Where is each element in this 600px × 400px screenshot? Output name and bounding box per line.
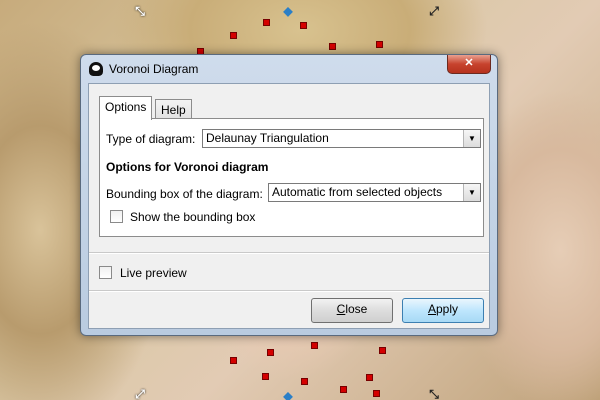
divider	[89, 252, 489, 254]
resize-handle-bottom-right-icon[interactable]: ⤡	[428, 388, 440, 400]
chevron-down-icon[interactable]: ▼	[463, 130, 480, 147]
divider	[89, 290, 489, 292]
path-node[interactable]	[263, 19, 270, 26]
path-node[interactable]	[376, 41, 383, 48]
bounding-box-value: Automatic from selected objects	[272, 185, 443, 199]
path-node[interactable]	[340, 386, 347, 393]
path-node[interactable]	[301, 378, 308, 385]
path-node[interactable]	[230, 357, 237, 364]
close-button[interactable]: Close	[311, 298, 393, 323]
live-preview-label: Live preview	[120, 266, 187, 280]
bounding-box-select[interactable]: Automatic from selected objects ▼	[268, 183, 481, 202]
path-node[interactable]	[262, 373, 269, 380]
apply-button[interactable]: Apply	[402, 298, 484, 323]
path-node[interactable]	[300, 22, 307, 29]
path-node[interactable]	[329, 43, 336, 50]
close-window-icon[interactable]: ✕	[447, 55, 491, 74]
resize-handle-top-left-icon[interactable]: ⤡	[134, 5, 146, 17]
close-button-label: lose	[345, 302, 368, 316]
rotate-handle-bottom-icon[interactable]: ◆	[282, 390, 294, 400]
path-node[interactable]	[230, 32, 237, 39]
show-bounding-box-label: Show the bounding box	[130, 210, 256, 224]
voronoi-dialog: Voronoi Diagram ✕ Options Help Type of d…	[80, 54, 498, 336]
inkscape-icon	[89, 62, 103, 76]
dialog-client-area: Options Help Type of diagram: Delaunay T…	[88, 83, 490, 329]
path-node[interactable]	[379, 347, 386, 354]
live-preview-checkbox[interactable]	[99, 266, 112, 279]
section-heading: Options for Voronoi diagram	[106, 160, 269, 174]
type-of-diagram-label: Type of diagram:	[106, 132, 196, 146]
path-node[interactable]	[311, 342, 318, 349]
show-bounding-box-checkbox[interactable]	[110, 210, 123, 223]
apply-button-mnemonic: A	[427, 302, 436, 316]
chevron-down-icon[interactable]: ▼	[463, 184, 480, 201]
options-panel: Type of diagram: Delaunay Triangulation …	[99, 118, 484, 237]
type-of-diagram-value: Delaunay Triangulation	[206, 131, 329, 145]
path-node[interactable]	[373, 390, 380, 397]
title-bar[interactable]: Voronoi Diagram ✕	[81, 55, 497, 83]
path-node[interactable]	[366, 374, 373, 381]
resize-handle-bottom-left-icon[interactable]: ⤢	[134, 388, 146, 400]
resize-handle-top-right-icon[interactable]: ⤢	[428, 5, 440, 17]
tab-options[interactable]: Options	[99, 96, 153, 120]
type-of-diagram-select[interactable]: Delaunay Triangulation ▼	[202, 129, 481, 148]
dialog-title: Voronoi Diagram	[109, 62, 199, 76]
tab-help[interactable]: Help	[155, 99, 192, 119]
apply-button-label: pply	[436, 302, 459, 316]
rotate-handle-top-icon[interactable]: ◆	[282, 5, 294, 17]
path-node[interactable]	[267, 349, 274, 356]
bounding-box-label: Bounding box of the diagram:	[106, 187, 263, 201]
